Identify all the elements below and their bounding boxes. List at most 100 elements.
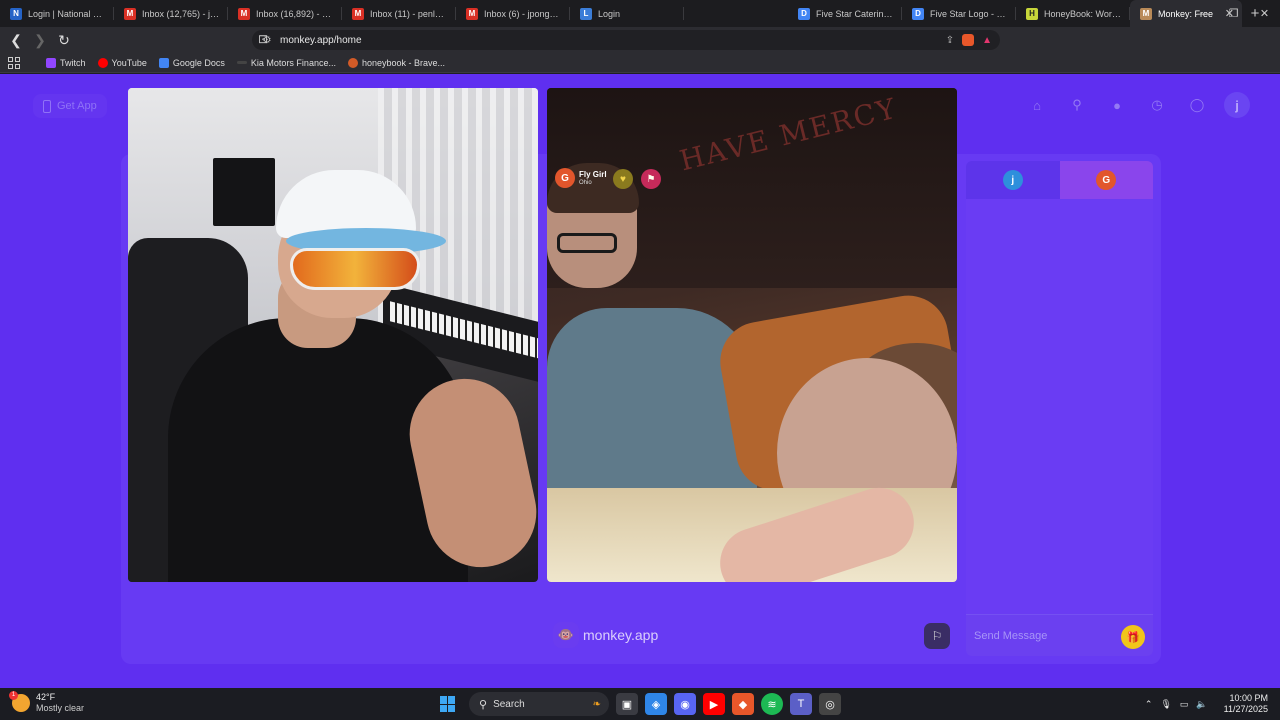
- chat-panel: j G Send Message 🎁: [966, 161, 1153, 656]
- chat-tab-peer[interactable]: G: [1059, 161, 1153, 199]
- url-text[interactable]: monkey.app/home: [280, 35, 362, 46]
- message-placeholder: Send Message: [974, 629, 1048, 642]
- teams-icon[interactable]: T: [790, 693, 812, 715]
- share-icon[interactable]: ⇪: [946, 35, 954, 46]
- brave-shields-icon[interactable]: [962, 34, 975, 46]
- tab-five-star-catering[interactable]: D Five Star Catering - Pri: [788, 0, 902, 27]
- maximize-icon[interactable]: ❐: [1218, 0, 1249, 27]
- minimize-icon[interactable]: —: [1187, 0, 1218, 27]
- tray-overflow-icon[interactable]: ⌃: [1145, 699, 1153, 710]
- weather-icon: [9, 691, 30, 712]
- honeybook-icon: H: [1026, 7, 1038, 20]
- search-label: Search: [493, 698, 525, 710]
- top-nav-icons: ⌂ ⚲ ● ◷ ◯ j: [1024, 92, 1250, 118]
- tab-five-star-logo[interactable]: D Five Star Logo - Googl: [902, 0, 1016, 27]
- self-avatar: j: [1002, 170, 1023, 190]
- search-highlight-icon: ❧: [592, 698, 601, 710]
- google-docs-icon: D: [798, 7, 810, 20]
- tab-national-university[interactable]: N Login | National Unive: [0, 0, 114, 27]
- bookmark-label: Twitch: [60, 57, 86, 68]
- bookmark-page-icon[interactable]: ⊡: [258, 32, 268, 46]
- taskbar-search[interactable]: ⚲ Search ❧: [469, 692, 609, 716]
- bookmark-honeybook[interactable]: honeybook - Brave...: [347, 57, 446, 68]
- apps-grid-icon[interactable]: [8, 56, 20, 69]
- tab-gmail-2[interactable]: M Inbox (16,892) - maste: [228, 0, 342, 27]
- clock[interactable]: 10:00 PM 11/27/2025: [1224, 693, 1268, 715]
- profile-icon[interactable]: ●: [1104, 92, 1130, 118]
- browser-tab-bar: N Login | National Unive M Inbox (12,765…: [0, 0, 1280, 27]
- remote-user-avatar[interactable]: G: [555, 168, 575, 188]
- remote-video-feed: HAVE MERCY: [547, 88, 957, 582]
- tab-gmail-1[interactable]: M Inbox (12,765) - jpezy3: [114, 0, 228, 27]
- tab-favicon-icon: L: [580, 7, 592, 20]
- user-avatar[interactable]: j: [1224, 92, 1250, 118]
- discord-icon[interactable]: ◉: [674, 693, 696, 715]
- volume-icon[interactable]: 🔈: [1196, 699, 1207, 710]
- brave-browser-icon[interactable]: ◆: [732, 693, 754, 715]
- youtube-icon[interactable]: ▶: [703, 693, 725, 715]
- window-controls: — ❐ ✕: [1187, 0, 1280, 27]
- close-window-icon[interactable]: ✕: [1249, 0, 1280, 27]
- remote-user-info[interactable]: G Fly Girl Ohio: [555, 168, 607, 188]
- eyeglasses: [557, 233, 617, 253]
- gift-icon[interactable]: 🎁: [1121, 625, 1145, 649]
- messages-icon[interactable]: ◯: [1184, 92, 1210, 118]
- copilot-icon[interactable]: ◈: [645, 693, 667, 715]
- tab-title: Five Star Logo - Googl: [930, 8, 1008, 19]
- bookmark-label: honeybook - Brave...: [361, 57, 446, 68]
- search-icon[interactable]: ⚲: [1064, 92, 1090, 118]
- flag-badge-icon[interactable]: ⚑: [641, 169, 661, 189]
- forward-arrow-icon[interactable]: ❯: [30, 30, 50, 50]
- phone-icon: [43, 99, 51, 113]
- remote-user-name: Fly Girl: [579, 169, 607, 179]
- task-view-icon[interactable]: ▣: [616, 693, 638, 715]
- back-arrow-icon[interactable]: ❮: [6, 30, 26, 50]
- tab-gmail-4[interactable]: M Inbox (6) - jpongear@: [456, 0, 570, 27]
- tab-honeybook[interactable]: H HoneyBook: Workflow: [1016, 0, 1130, 27]
- watermark-text: monkey.app: [583, 627, 659, 643]
- twitch-icon: [46, 57, 56, 68]
- bookmark-label: YouTube: [111, 57, 147, 68]
- gmail-icon: M: [466, 7, 478, 20]
- microphone-icon[interactable]: 🎙: [1160, 699, 1171, 710]
- home-icon[interactable]: ⌂: [1024, 92, 1050, 118]
- bookmark-google-docs[interactable]: Google Docs: [158, 57, 225, 68]
- tab-title: Inbox (16,892) - maste: [256, 8, 334, 19]
- remote-user-location: Ohio: [579, 179, 592, 186]
- report-icon[interactable]: ⚐: [924, 623, 950, 649]
- history-icon[interactable]: ◷: [1144, 92, 1170, 118]
- windows-start-icon[interactable]: [440, 696, 456, 712]
- tab-title: Inbox (6) - jpongear@: [484, 8, 562, 19]
- browser-toolbar: ❮ ❯ ↻ ⚙ monkey.app/home ⇪ ▲ ▤ ♫ ▐ ▭ ✧ ⛉ …: [0, 27, 1280, 71]
- reload-icon[interactable]: ↻: [54, 30, 74, 50]
- address-bar[interactable]: ⚙ monkey.app/home ⇪ ▲: [252, 30, 1000, 50]
- tab-gmail-3[interactable]: M Inbox (11) - penleyjoh: [342, 0, 456, 27]
- clock-time: 10:00 PM: [1229, 693, 1268, 703]
- background-monitor: [213, 158, 275, 226]
- get-app-button[interactable]: Get App: [33, 94, 107, 118]
- display-icon[interactable]: ▭: [1180, 699, 1189, 710]
- monkey-favicon-icon: M: [1140, 7, 1152, 20]
- search-icon: ⚲: [479, 698, 488, 711]
- bookmark-label: Google Docs: [172, 57, 225, 68]
- brave-rewards-icon[interactable]: ▲: [982, 35, 992, 46]
- bookmark-label: Kia Motors Finance...: [250, 57, 336, 68]
- weather-widget[interactable]: 42°F Mostly clear: [9, 691, 84, 714]
- gmail-icon: M: [124, 7, 136, 20]
- clock-date: 11/27/2025: [1223, 704, 1268, 714]
- message-input[interactable]: Send Message 🎁: [966, 614, 1153, 656]
- person-shirt: [547, 308, 757, 508]
- spotify-icon[interactable]: ≋: [761, 693, 783, 715]
- tab-login[interactable]: L Login: [570, 0, 684, 27]
- chrome-icon[interactable]: ◎: [819, 693, 841, 715]
- kia-icon: [236, 61, 247, 64]
- system-tray: ⌃ 🎙 ▭ 🔈 10:00 PM 11/27/2025: [1145, 693, 1268, 715]
- bookmark-twitch[interactable]: Twitch: [46, 57, 86, 68]
- heart-badge-icon[interactable]: ♥: [613, 169, 633, 189]
- tab-title: HoneyBook: Workflow: [1044, 8, 1122, 19]
- local-video-feed: [128, 88, 538, 582]
- bookmark-kia[interactable]: Kia Motors Finance...: [236, 57, 336, 68]
- bookmark-youtube[interactable]: YouTube: [97, 57, 147, 68]
- brave-icon: [347, 57, 358, 68]
- chat-tab-self[interactable]: j: [966, 161, 1060, 199]
